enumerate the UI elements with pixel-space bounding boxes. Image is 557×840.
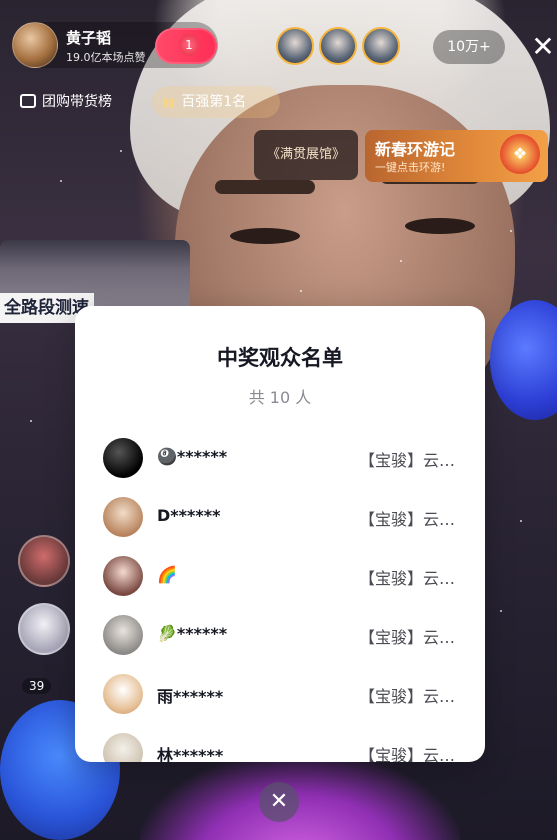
winner-prize: 【宝骏】云…: [358, 746, 455, 762]
winner-name: D******: [157, 506, 221, 525]
side-gift-count: 39: [22, 678, 52, 694]
heart-icon: 1: [179, 34, 199, 56]
winner-prize: 【宝骏】云…: [358, 569, 455, 588]
host-avatar[interactable]: [12, 22, 58, 68]
group-buy-ranking-button[interactable]: 团购带货榜: [12, 86, 142, 118]
winner-name: 🥬******: [157, 624, 228, 643]
list-item[interactable]: 雨****** 【宝骏】云…: [75, 665, 485, 724]
winner-name: 🌈: [157, 565, 177, 584]
event-title: 新春环游记: [375, 140, 456, 159]
winner-name: 雨******: [157, 687, 224, 706]
winner-prize: 【宝骏】云…: [358, 628, 455, 647]
list-item[interactable]: 🌈 【宝骏】云…: [75, 547, 485, 606]
winner-avatar: [103, 438, 143, 478]
side-gift-avatar-2[interactable]: [18, 603, 70, 655]
list-item[interactable]: 🥬****** 【宝骏】云…: [75, 606, 485, 665]
viewer-count-button[interactable]: 10万+: [433, 30, 505, 64]
rocket-effect: [140, 755, 460, 840]
winner-avatar: [103, 674, 143, 714]
top-viewer-avatar-3[interactable]: [362, 27, 400, 65]
winner-prize: 【宝骏】云…: [358, 687, 455, 706]
group-buy-label: 团购带货榜: [42, 94, 112, 110]
list-item[interactable]: 林****** 【宝骏】云…: [75, 724, 485, 762]
list-item[interactable]: 🎱****** 【宝骏】云…: [75, 429, 485, 488]
winner-name: 林******: [157, 746, 224, 762]
top-viewer-avatar-2[interactable]: [319, 27, 357, 65]
eye-left: [230, 228, 300, 244]
eyebrow-left: [215, 180, 315, 194]
host-likes: 19.0亿本场点赞: [66, 51, 146, 64]
rank-label: 百强第1名: [181, 94, 247, 110]
winners-list[interactable]: 🎱****** 【宝骏】云… D****** 【宝骏】云… 🌈 【宝骏】云… 🥬…: [75, 429, 485, 762]
rank-badge-button[interactable]: ▮▮ 百强第1名: [152, 86, 280, 118]
side-gift-avatar-1[interactable]: [18, 535, 70, 587]
winner-avatar: [103, 497, 143, 537]
winner-avatar: [103, 556, 143, 596]
bag-icon: [20, 94, 36, 108]
event-banner[interactable]: 新春环游记 一键点击环游! ❖: [365, 130, 548, 182]
close-modal-button[interactable]: ✕: [259, 782, 299, 822]
winner-avatar: [103, 615, 143, 655]
top-viewer-avatar-1[interactable]: [276, 27, 314, 65]
fan-club-button[interactable]: 1: [155, 28, 217, 64]
winners-list-modal: 中奖观众名单 共 10 人 🎱****** 【宝骏】云… D****** 【宝骏…: [75, 306, 485, 762]
event-subtitle: 一键点击环游!: [375, 161, 446, 174]
lantern-icon: ❖: [500, 134, 540, 174]
modal-title: 中奖观众名单: [217, 346, 343, 370]
modal-subtitle: 共 10 人: [248, 388, 312, 407]
winner-prize: 【宝骏】云…: [358, 510, 455, 529]
winner-name: 🎱******: [157, 447, 228, 466]
winner-avatar: [103, 733, 143, 762]
eye-right: [405, 218, 475, 234]
bar-chart-icon: ▮▮: [162, 95, 176, 109]
close-icon[interactable]: ✕: [528, 30, 557, 64]
host-name: 黄子韬: [66, 29, 112, 47]
gallery-banner[interactable]: 《满贯展馆》: [254, 130, 358, 180]
list-item[interactable]: D****** 【宝骏】云…: [75, 488, 485, 547]
winner-prize: 【宝骏】云…: [358, 451, 455, 470]
